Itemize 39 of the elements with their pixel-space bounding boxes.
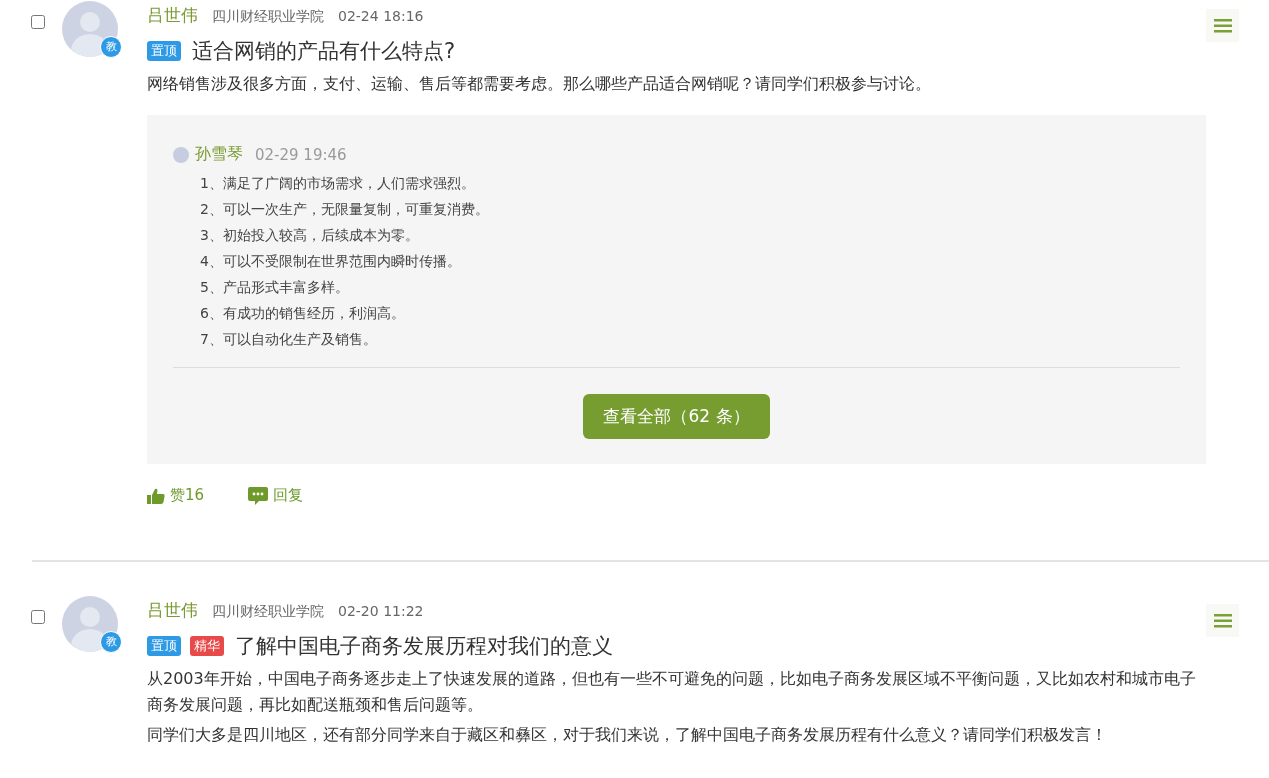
menu-icon — [1213, 613, 1232, 628]
post-title[interactable]: 适合网销的产品有什么特点? — [192, 37, 456, 65]
avatar-icon — [62, 596, 118, 652]
post-title[interactable]: 了解中国电子商务发展历程对我们的意义 — [235, 632, 613, 660]
reply-text: 7、可以自动化生产及销售。 — [200, 330, 378, 349]
reply-time: 02-29 19:46 — [255, 145, 347, 164]
teacher-badge: 教 — [100, 36, 122, 58]
reply-link[interactable]: 回复 — [273, 486, 304, 505]
menu-button[interactable] — [1206, 604, 1239, 637]
school-name: 四川财经职业学院 — [212, 603, 324, 621]
author-name[interactable]: 吕世伟 — [147, 599, 198, 622]
post-text: 同学们大多是四川地区，还有部分同学来自于藏区和彝区，对于我们来说，了解中国电子商务发展历程有什么意义？请同学们积极发言！ — [147, 724, 1108, 746]
thumbs-up-icon[interactable] — [147, 487, 165, 504]
reply-text: 5、产品形式丰富多样。 — [200, 278, 350, 297]
reply-text: 2、可以一次生产，无限量复制，可重复消费。 — [200, 200, 490, 219]
reply-text: 3、初始投入较高，后续成本为零。 — [200, 226, 420, 245]
comment-icon[interactable] — [248, 486, 269, 505]
author-name[interactable]: 吕世伟 — [147, 4, 198, 27]
avatar-icon — [173, 146, 189, 163]
tag-label: 置顶 — [147, 636, 181, 656]
tag-label: 精华 — [190, 636, 224, 656]
menu-icon — [1213, 18, 1232, 33]
post-time: 02-20 11:22 — [338, 603, 424, 619]
menu-button[interactable] — [1206, 9, 1239, 42]
reply-text: 1、满足了广阔的市场需求，人们需求强烈。 — [200, 174, 476, 193]
tag-label: 置顶 — [147, 41, 181, 61]
school-name: 四川财经职业学院 — [212, 8, 324, 26]
reply-author[interactable]: 孙雪琴 — [195, 144, 243, 165]
reply-text: 4、可以不受限制在世界范围内瞬时传播。 — [200, 252, 462, 271]
post-time: 02-24 18:16 — [338, 8, 424, 24]
avatar-icon — [62, 1, 118, 57]
view-all-button[interactable]: 查看全部（62 条） — [583, 394, 770, 439]
post-text: 网络销售涉及很多方面，支付、运输、售后等都需要考虑。那么哪些产品适合网销呢？请同学们积极参与讨论。 — [147, 73, 932, 95]
reply-text: 6、有成功的销售经历，利润高。 — [200, 304, 406, 323]
teacher-badge: 教 — [100, 631, 122, 653]
select-checkbox[interactable] — [31, 610, 45, 624]
post-text: 从2003年开始，中国电子商务逐步走上了快速发展的道路，但也有一些不可避免的问题，比如电子商务发展区域不平衡问题，又比如农村和城市电子商务发展问题，再比如配送瓶颈和售后问题等。 — [147, 668, 1197, 716]
select-checkbox[interactable] — [31, 15, 45, 29]
like-count[interactable]: 赞16 — [170, 486, 205, 505]
